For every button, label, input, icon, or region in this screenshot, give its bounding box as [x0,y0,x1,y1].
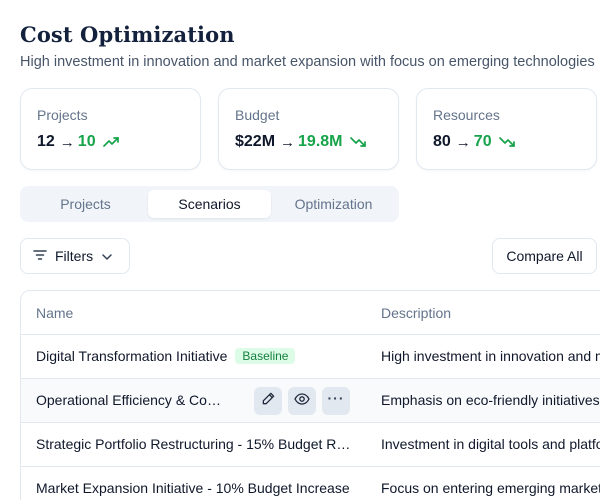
column-header-name[interactable]: Name [36,305,73,321]
stat-from-value: 12 [37,133,55,150]
stat-from-value: $22M [235,133,276,150]
row-description: Investment in digital tools and platform… [381,436,600,452]
baseline-badge: Baseline [235,348,296,364]
stat-label: Projects [37,107,88,123]
stat-card-budget: Budget $22M → 19.8M [218,88,399,170]
stat-from-value: 80 [433,133,451,150]
tab-projects[interactable]: Projects [24,190,147,218]
stat-card-projects: Projects 12 → 10 [20,88,201,170]
trend-down-icon [498,136,515,148]
pencil-icon [261,391,276,411]
stat-label: Resources [433,107,500,123]
cost-optimization-panel: Cost Optimization High investment in inn… [0,0,600,500]
row-name: Operational Efficiency & Cost Reduction [36,392,226,408]
more-horizontal-icon: ··· [327,390,345,406]
more-options-button[interactable]: ··· [322,387,350,415]
filter-icon [33,248,47,264]
trend-up-icon [102,136,119,148]
view-button[interactable] [288,387,316,415]
compare-all-button[interactable]: Compare All [492,238,597,274]
row-description: High investment in innovation and market… [381,348,600,364]
stat-label: Budget [235,107,280,123]
arrow-right-icon: → [59,133,75,151]
stat-to-value: 70 [473,133,492,150]
row-description: Focus on entering emerging markets [381,480,600,496]
tab-scenarios[interactable]: Scenarios [148,190,271,218]
filters-label: Filters [55,248,94,264]
tab-optimization[interactable]: Optimization [272,190,395,218]
arrow-right-icon: → [280,133,296,151]
stat-card-resources: Resources 80 → 70 [416,88,597,170]
page-subtitle: High investment in innovation and market… [20,54,595,70]
table-row[interactable]: Strategic Portfolio Restructuring - 15% … [21,423,600,467]
row-name: Strategic Portfolio Restructuring - 15% … [36,436,354,452]
scenarios-table: Name Description Digital Transformation … [20,290,600,500]
arrow-right-icon: → [455,133,471,151]
row-name: Digital Transformation Initiative [36,348,228,364]
row-description: Emphasis on eco-friendly initiatives [381,392,600,408]
table-row[interactable]: Digital Transformation Initiative Baselin… [21,335,600,379]
table-row[interactable]: Operational Efficiency & Cost Reduction … [21,379,600,423]
tab-list: Projects Scenarios Optimization [20,186,399,222]
row-name: Market Expansion Initiative - 10% Budget… [36,480,350,496]
page-title: Cost Optimization [20,22,235,47]
eye-icon [294,392,310,410]
column-header-description[interactable]: Description [381,305,451,321]
trend-down-icon [349,136,366,148]
table-row[interactable]: Market Expansion Initiative - 10% Budget… [21,467,600,500]
chevron-down-icon [101,248,113,264]
table-header: Name Description [21,291,600,335]
edit-button[interactable] [254,387,282,415]
row-actions: ··· [254,387,350,415]
stat-to-value: 10 [77,133,96,150]
filters-button[interactable]: Filters [20,238,130,274]
stat-to-value: 19.8M [298,133,343,150]
